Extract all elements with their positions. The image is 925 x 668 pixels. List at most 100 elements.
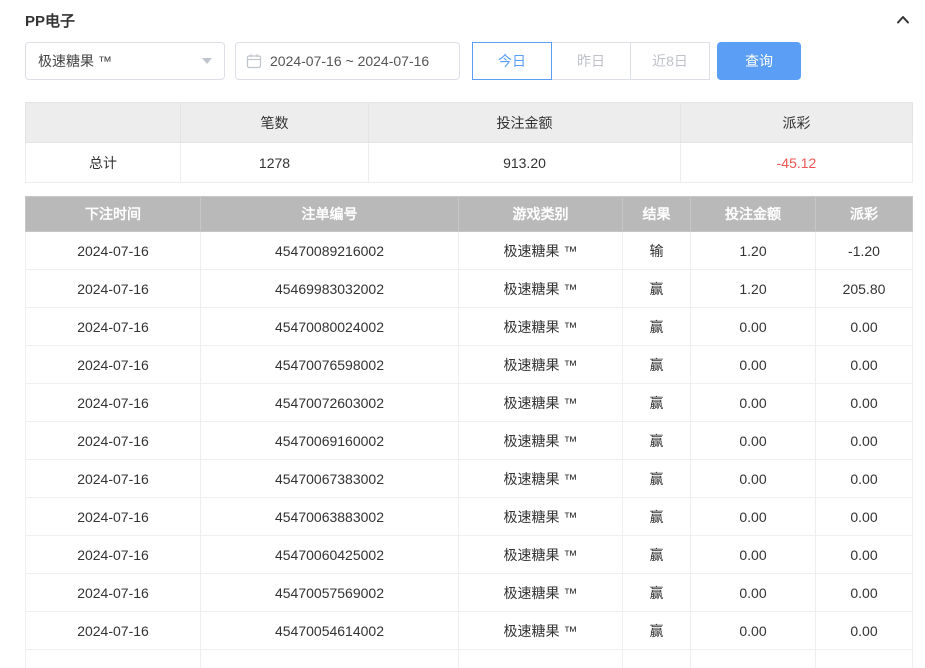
table-cell: 0.00 — [816, 308, 913, 346]
table-cell: 极速糖果 ™ — [459, 498, 623, 536]
quick-range-group: 今日 昨日 近8日 — [472, 42, 710, 80]
table-cell: 极速糖果 ™ — [459, 536, 623, 574]
game-select[interactable]: 极速糖果 ™ — [25, 42, 225, 80]
table-cell: 45470063883002 — [201, 498, 459, 536]
table-cell: 赢 — [623, 460, 691, 498]
table-cell: 1.20 — [691, 270, 816, 308]
summary-total-bet-amount: 913.20 — [369, 143, 681, 183]
table-row: 2024-07-1645470067383002极速糖果 ™赢0.000.00 — [26, 460, 913, 498]
table-cell: 2024-07-16 — [26, 536, 201, 574]
table-cell: 极速糖果 ™ — [459, 612, 623, 650]
table-cell: 45470057569002 — [201, 574, 459, 612]
table-cell: 2024-07-16 — [26, 384, 201, 422]
table-cell: 0.00 — [691, 308, 816, 346]
quick-button-last8days[interactable]: 近8日 — [630, 42, 710, 80]
table-cell: 极速糖果 ™ — [459, 308, 623, 346]
table-cell: 45470067383002 — [201, 460, 459, 498]
table-cell: 1.20 — [691, 232, 816, 270]
summary-col-bet-amount: 投注金额 — [369, 103, 681, 143]
table-cell: 极速糖果 ™ — [459, 346, 623, 384]
bets-table: 下注时间注单编号游戏类别结果投注金额派彩 2024-07-16454700892… — [25, 196, 913, 668]
table-cell: 赢 — [623, 308, 691, 346]
quick-button-today[interactable]: 今日 — [472, 42, 552, 80]
table-cell: 极速糖果 ™ — [459, 270, 623, 308]
table-cell: 2024-07-16 — [26, 346, 201, 384]
table-cell: 205.80 — [816, 270, 913, 308]
summary-total-payout: -45.12 — [681, 143, 913, 183]
table-cell: 极速糖果 ™ — [459, 232, 623, 270]
table-cell: 0.00 — [691, 498, 816, 536]
filter-bar: 极速糖果 ™ 2024-07-16 ~ 2024-07-16 今日 昨日 近8日… — [25, 42, 912, 80]
column-header: 结果 — [623, 197, 691, 232]
table-cell: 0.00 — [816, 384, 913, 422]
table-cell: 45470080024002 — [201, 308, 459, 346]
table-cell: 2024-07-16 — [26, 498, 201, 536]
table-cell: 45470060425002 — [201, 536, 459, 574]
table-cell: 45470089216002 — [201, 232, 459, 270]
table-cell: 2024-07-16 — [26, 270, 201, 308]
table-cell: 45470069160002 — [201, 422, 459, 460]
table-row: 2024-07-1645470072603002极速糖果 ™赢0.000.00 — [26, 384, 913, 422]
table-cell: 2024-07-16 — [26, 308, 201, 346]
panel-header: PP电子 — [25, 0, 912, 32]
table-cell: 赢 — [623, 384, 691, 422]
table-cell: 赢 — [623, 612, 691, 650]
date-range-input[interactable]: 2024-07-16 ~ 2024-07-16 — [235, 42, 460, 80]
table-cell: 45469983032002 — [201, 270, 459, 308]
table-cell: 0.00 — [691, 422, 816, 460]
table-cell: 0.00 — [691, 384, 816, 422]
column-header: 下注时间 — [26, 197, 201, 232]
table-cell: 赢 — [623, 270, 691, 308]
table-cell: 2024-07-16 — [26, 612, 201, 650]
table-row: 2024-07-1645470089216002极速糖果 ™输1.20-1.20 — [26, 232, 913, 270]
game-select-value: 极速糖果 ™ — [38, 51, 112, 71]
table-cell: -1.20 — [816, 232, 913, 270]
summary-col-count: 笔数 — [181, 103, 369, 143]
table-cell: 赢 — [623, 346, 691, 384]
bets-table-header-row: 下注时间注单编号游戏类别结果投注金额派彩 — [26, 197, 913, 232]
table-cell: 赢 — [623, 536, 691, 574]
table-cell: 0.00 — [816, 536, 913, 574]
table-cell: 赢 — [623, 574, 691, 612]
table-cell: 0.00 — [691, 346, 816, 384]
table-cell: 45470076598002 — [201, 346, 459, 384]
table-cell — [816, 650, 913, 668]
date-range-value: 2024-07-16 ~ 2024-07-16 — [270, 53, 429, 69]
table-cell — [623, 650, 691, 668]
table-cell: 输 — [623, 232, 691, 270]
collapse-button[interactable] — [894, 11, 912, 29]
table-cell — [691, 650, 816, 668]
table-cell — [459, 650, 623, 668]
table-cell: 赢 — [623, 498, 691, 536]
table-row: 2024-07-1645469983032002极速糖果 ™赢1.20205.8… — [26, 270, 913, 308]
table-row: 2024-07-1645470060425002极速糖果 ™赢0.000.00 — [26, 536, 913, 574]
summary-col-empty — [26, 103, 181, 143]
summary-total-count: 1278 — [181, 143, 369, 183]
table-cell: 0.00 — [691, 460, 816, 498]
summary-col-payout: 派彩 — [681, 103, 913, 143]
table-cell: 0.00 — [816, 498, 913, 536]
chevron-up-icon — [894, 11, 912, 29]
search-button[interactable]: 查询 — [717, 42, 801, 80]
chevron-down-icon — [202, 58, 212, 64]
table-row: 2024-07-1645470069160002极速糖果 ™赢0.000.00 — [26, 422, 913, 460]
table-row-partial — [26, 650, 913, 668]
table-cell — [26, 650, 201, 668]
summary-total-label: 总计 — [26, 143, 181, 183]
table-cell: 45470054614002 — [201, 612, 459, 650]
table-cell: 极速糖果 ™ — [459, 460, 623, 498]
table-row: 2024-07-1645470057569002极速糖果 ™赢0.000.00 — [26, 574, 913, 612]
summary-header-row: 笔数 投注金额 派彩 — [26, 103, 913, 143]
table-cell: 0.00 — [691, 574, 816, 612]
table-cell: 2024-07-16 — [26, 422, 201, 460]
table-cell: 0.00 — [816, 346, 913, 384]
quick-button-yesterday[interactable]: 昨日 — [551, 42, 631, 80]
table-cell: 极速糖果 ™ — [459, 574, 623, 612]
column-header: 注单编号 — [201, 197, 459, 232]
table-cell — [201, 650, 459, 668]
table-cell: 极速糖果 ™ — [459, 422, 623, 460]
calendar-icon — [246, 53, 262, 69]
table-cell: 2024-07-16 — [26, 574, 201, 612]
table-cell: 0.00 — [816, 422, 913, 460]
column-header: 游戏类别 — [459, 197, 623, 232]
